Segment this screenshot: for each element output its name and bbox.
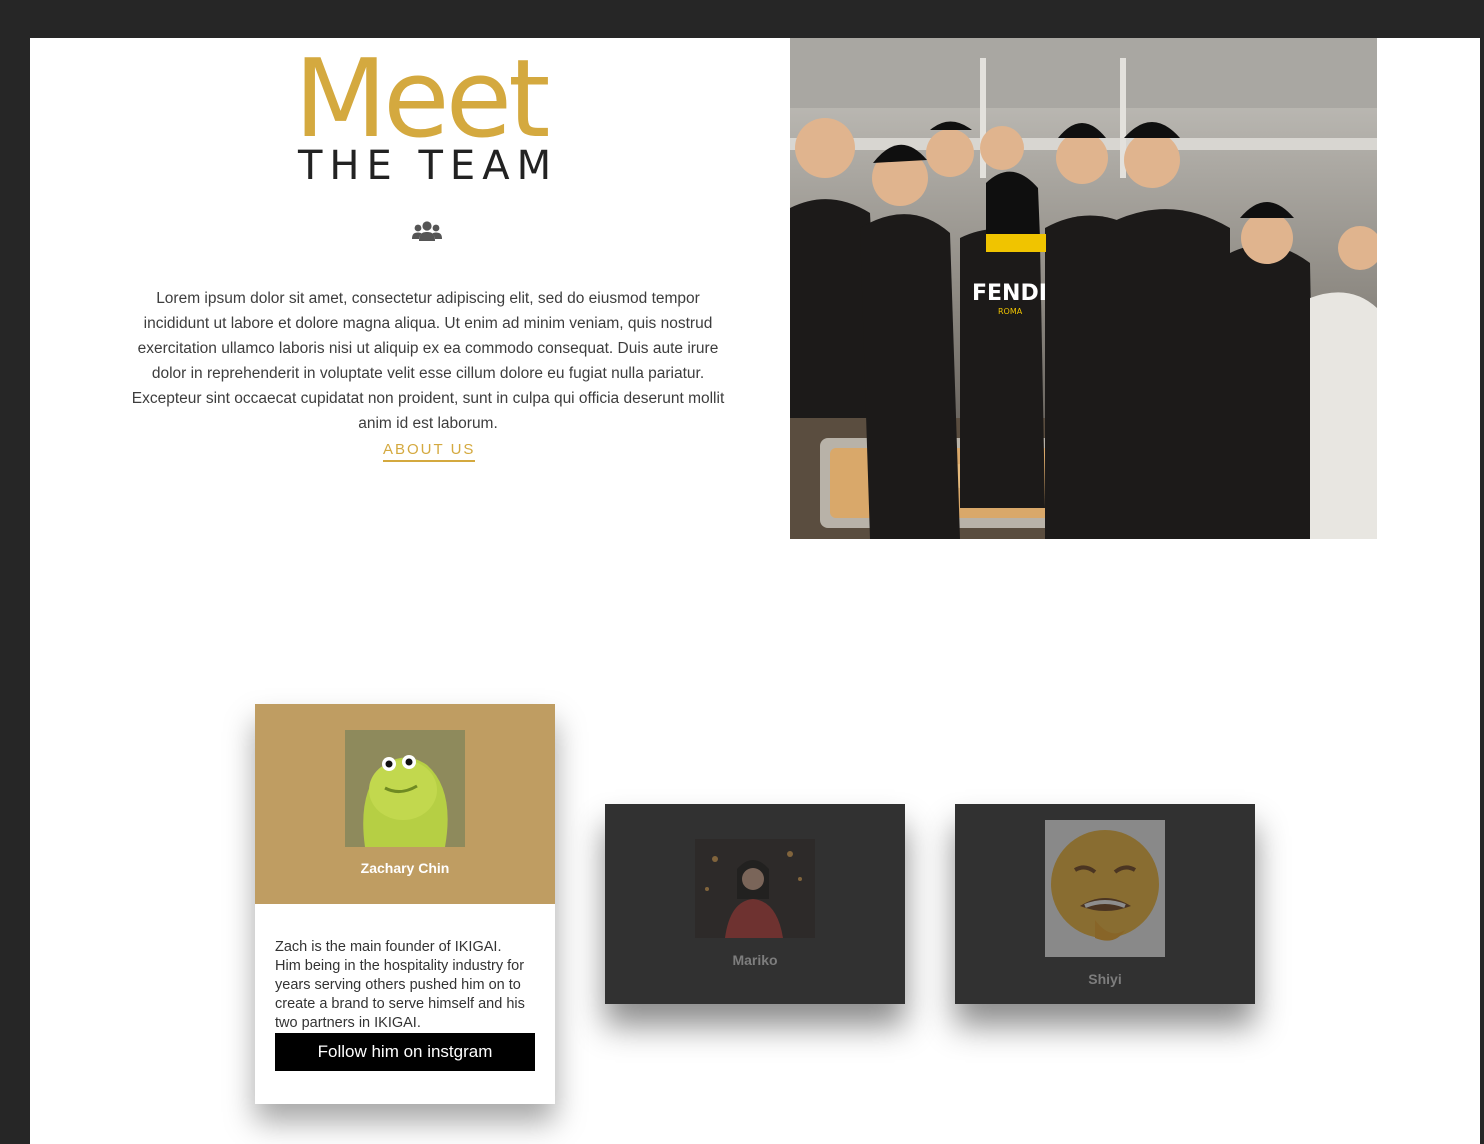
users-icon [412,221,442,241]
section-title: Meet THE TEAM [130,38,726,198]
green-monster-avatar-icon [345,730,465,847]
member-avatar-zachary [345,730,465,847]
member-card-header: Zachary Chin [255,704,555,904]
member-card-shiyi[interactable]: Shiyi [955,804,1255,1004]
member-card-mariko[interactable]: Mariko [605,804,905,1004]
drooling-emoji-icon [1045,820,1165,957]
follow-instagram-button[interactable]: Follow him on instgram [275,1033,535,1071]
title-meet: Meet [294,38,550,162]
intro-paragraph: Lorem ipsum dolor sit amet, consectetur … [131,289,725,432]
member-avatar-shiyi [1045,820,1165,957]
member-avatar-mariko [695,839,815,938]
shirt-subtext: ROMA [998,307,1023,316]
page: Meet THE TEAM Lorem ipsum dolor sit amet… [30,38,1480,1144]
portrait-avatar-icon [695,839,815,938]
member-card-zachary[interactable]: Zachary Chin Zach is the main founder of… [255,704,555,1104]
team-photo-illustration: FENDI ROMA [790,38,1377,539]
about-us-link[interactable]: ABOUT US [383,441,476,462]
member-card-body: Zach is the main founder of IKIGAI. Him … [255,904,555,1104]
team-photo: FENDI ROMA [790,38,1377,539]
member-bio: Zach is the main founder of IKIGAI. Him … [275,939,525,1031]
member-name: Mariko [732,952,778,968]
member-name: Zachary Chin [360,860,450,876]
intro-section: Meet THE TEAM Lorem ipsum dolor sit amet… [130,38,726,462]
title-the-team: THE TEAM [298,143,559,189]
shirt-text: FENDI [972,281,1047,306]
member-name: Shiyi [1088,971,1122,987]
